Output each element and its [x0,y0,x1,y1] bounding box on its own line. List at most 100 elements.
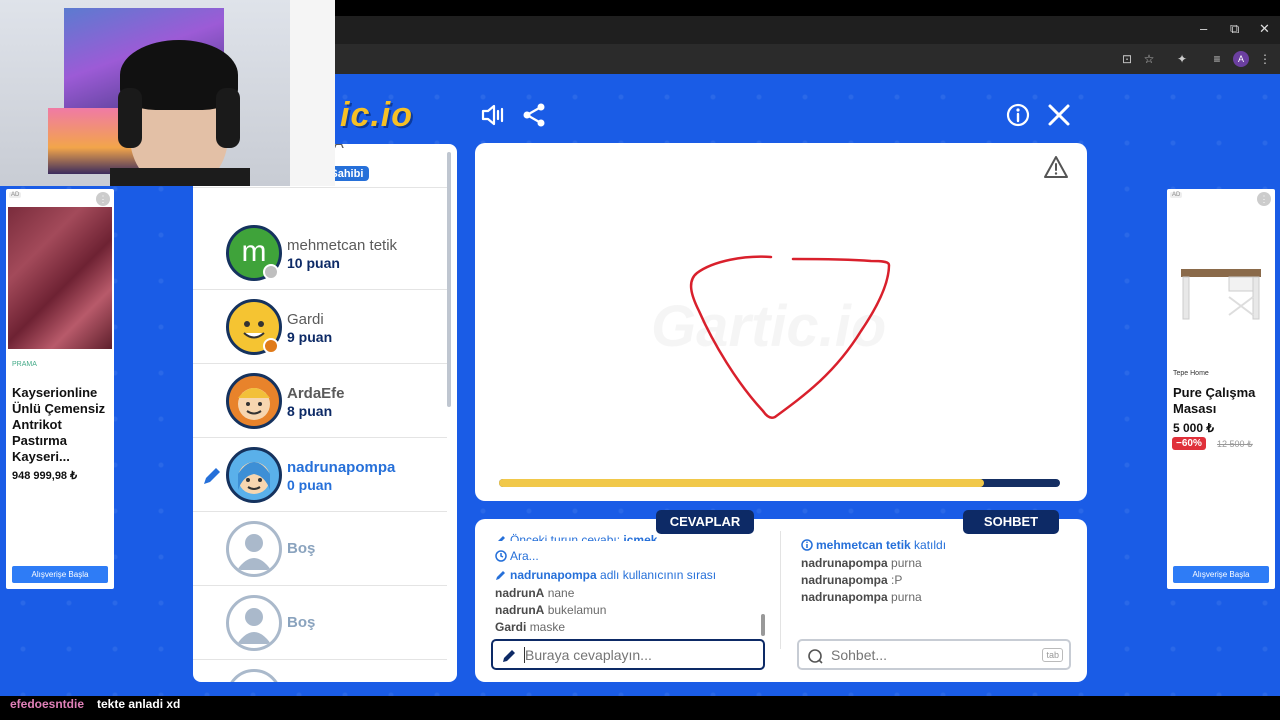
gartic-logo[interactable]: ic.io [340,96,413,135]
left-ad[interactable]: AD ⋮ PRAMA Kayserionline Ünlü Çemensiz A… [6,189,114,589]
answer-user: nadrunA [495,586,545,600]
timer-fill [499,479,985,487]
player-score: 9 puan [287,329,333,345]
answer-highlight: içmek [623,533,658,541]
player-row[interactable]: ArdaEfe 8 puan [193,364,447,438]
answer-user: nadrunA [495,603,545,617]
answer-prefix: Önceki turun cevabı: [510,533,621,541]
ad-brand: PRAMA [12,361,37,368]
player-name: Gardi [287,311,324,328]
bookmark-star-icon[interactable]: ☆ [1142,52,1156,66]
empty-avatar-icon [226,595,282,651]
chat-line: nadrunapompa purna [801,556,922,570]
clock-icon [495,550,507,562]
ad-price: 5 000 ₺ [1173,421,1214,435]
chat-text: katıldı [914,538,947,552]
ad-brand: Tepe Home [1173,370,1209,377]
ad-shop-button[interactable]: Alışverişe Başla [1173,566,1269,583]
player-row[interactable]: m mehmetcan tetik 10 puan [193,216,447,290]
answer-input-box[interactable] [491,639,765,670]
old-price: 12 500 ₺ [1217,439,1253,449]
chat-text: purna [891,590,922,604]
ad-title[interactable]: Pure Çalışma Masası [1173,385,1273,417]
webcam-background [290,0,335,186]
answer-line: Önceki turun cevabı: içmek [495,533,657,541]
streamer-shirt [110,168,250,186]
player-name: ArdaEfe [287,385,345,402]
pencil-icon [496,571,505,580]
pencil-icon [204,468,220,484]
minimize-icon[interactable]: – [1200,22,1207,36]
ad-tag: AD [9,192,22,198]
stream-chat-message: tekte anladi xd [97,697,181,711]
browser-menu-icon[interactable]: ⋮ [1258,52,1272,66]
ad-shop-button[interactable]: Alışverişe Başla [12,566,108,583]
answer-line: nadrunA nane [495,586,574,600]
answer-user: Gardi [495,620,527,634]
ad-options-icon[interactable]: ⋮ [1257,192,1271,206]
headset-icon [216,88,240,148]
empty-slot [193,660,447,682]
tab-key-hint: tab [1042,648,1063,662]
answer-user: nadrunapompa [510,568,597,582]
answer-text: nane [547,586,575,600]
panel-divider [780,531,781,649]
chat-text: purna [891,556,922,570]
drawing-strokes [689,255,891,419]
media-controls-icon[interactable]: ≡ [1210,52,1224,66]
answer-line: nadrunA bukelamun [495,603,606,617]
tab-answers[interactable]: CEVAPLAR [656,510,754,534]
extensions-icon[interactable]: ✦ [1175,52,1189,66]
ad-title[interactable]: Kayserionline Ünlü Çemensiz Antrikot Pas… [12,385,112,465]
empty-slot: Boş [193,512,447,586]
answer-line: Ara... [495,549,539,563]
pencil-icon [503,650,515,662]
answer-text: maske [529,620,566,634]
profile-avatar[interactable]: A [1233,51,1249,67]
player-row[interactable]: Gardi 9 puan [193,290,447,364]
answer-input[interactable] [525,645,745,665]
answers-scrollbar[interactable] [761,614,765,636]
install-app-icon[interactable]: ⊡ [1120,52,1134,66]
chat-text: :P [891,573,903,587]
ad-options-icon[interactable]: ⋮ [96,192,110,206]
chat-user: nadrunapompa [801,573,888,587]
headset-icon [118,88,142,148]
chat-input-box[interactable]: tab [797,639,1071,670]
answer-text: Ara... [510,549,539,563]
chat-input[interactable] [831,645,1051,665]
ad-price: 948 999,98 ₺ [12,470,78,482]
ad-product-image[interactable] [1169,207,1273,349]
empty-slot-label: Boş [287,614,316,631]
player-avatar [226,447,282,503]
close-window-icon[interactable]: ✕ [1259,22,1270,36]
players-panel[interactable]: nadrunA puan ♛ Oda Sahibi m mehmetcan te… [193,144,457,682]
player-name: mehmetcan tetik [287,237,398,254]
right-ad[interactable]: AD ⋮ Tepe Home Pure Çalışma Masası 5 000… [1167,189,1275,589]
chat-line: nadrunapompa purna [801,590,922,604]
tab-chat[interactable]: SOHBET [963,510,1059,534]
drawing-canvas[interactable]: Gartic.io [475,143,1087,501]
players-scrollbar[interactable] [447,152,451,407]
sound-icon[interactable] [480,102,506,128]
restore-icon[interactable]: ⧉ [1230,22,1239,36]
pencil-icon [498,536,505,541]
close-icon[interactable] [1046,102,1072,128]
chat-line: nadrunapompa :P [801,573,902,587]
stream-chat-overlay: efedoesntdie tekte anladi xd [0,696,1280,720]
stream-chat-user: efedoesntdie [10,697,85,711]
player-row-drawing[interactable]: nadrunapompa 0 puan [193,438,447,512]
info-icon[interactable] [1005,102,1031,128]
answer-text: bukelamun [547,603,607,617]
chat-user: mehmetcan tetik [816,538,911,552]
player-score: 8 puan [287,403,333,419]
ad-product-image[interactable] [8,207,112,349]
answer-line: Gardi maske [495,620,565,634]
search-bubble-icon [808,649,823,664]
report-warning-icon[interactable] [1043,155,1069,179]
share-icon[interactable] [521,102,547,128]
player-score: 10 puan [287,255,340,271]
answer-text: adlı kullanıcının sırası [600,568,717,582]
status-dot [263,264,279,280]
chat-line: mehmetcan tetik katıldı [801,538,946,552]
